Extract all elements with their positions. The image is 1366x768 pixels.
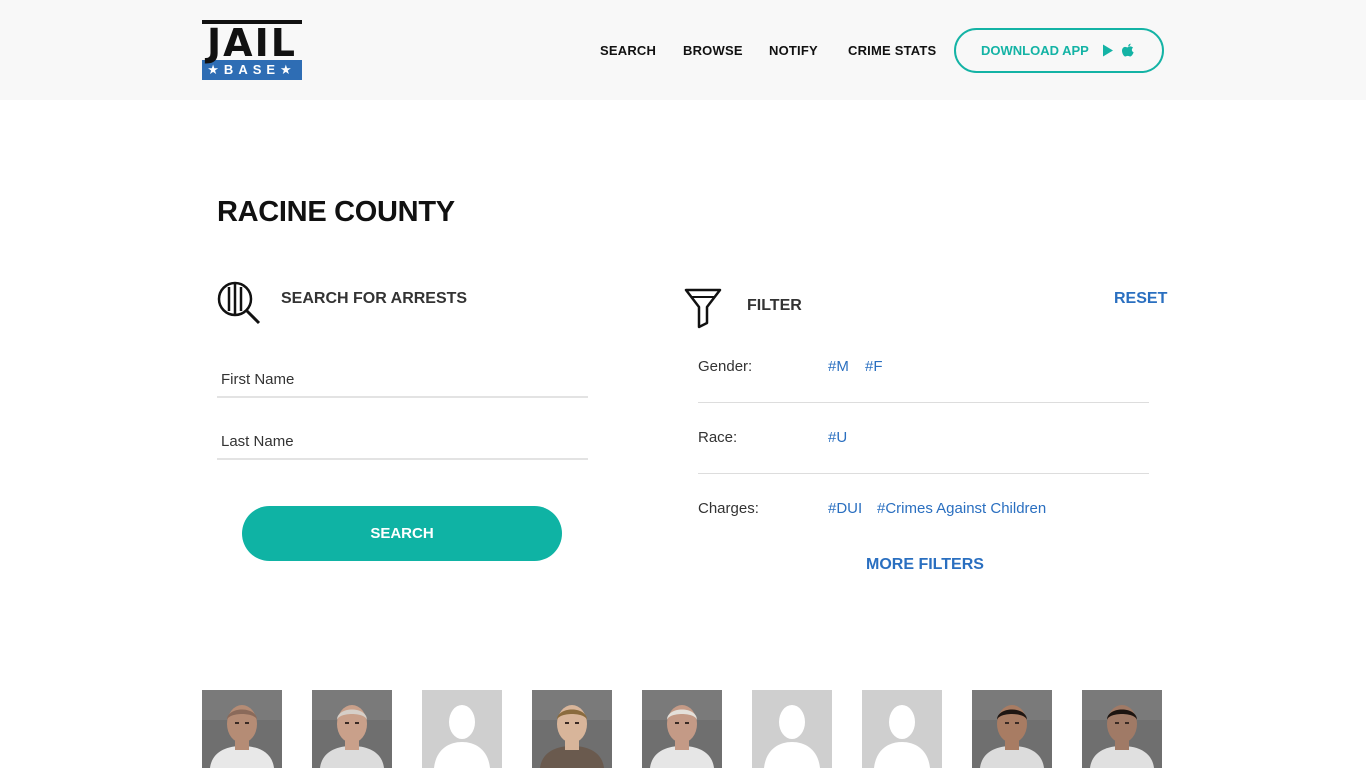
first-name-input[interactable] xyxy=(217,362,588,398)
person-silhouette-icon xyxy=(422,690,502,768)
logo-top: JAIL xyxy=(202,20,302,65)
mugshot-photo[interactable] xyxy=(972,690,1052,768)
mugshot-photo[interactable] xyxy=(532,690,612,768)
tag-charge-crimes-against-children[interactable]: #Crimes Against Children xyxy=(877,500,1046,517)
filter-divider xyxy=(698,473,1149,474)
reset-link[interactable]: RESET xyxy=(1114,290,1167,308)
nav-crime-stats[interactable]: CRIME STATS xyxy=(848,43,936,58)
nav-search[interactable]: SEARCH xyxy=(600,43,656,58)
charges-label: Charges: xyxy=(698,500,759,517)
mugshot-photo[interactable] xyxy=(312,690,392,768)
play-store-icon xyxy=(1102,44,1113,57)
tag-charge-dui[interactable]: #DUI xyxy=(828,500,862,517)
mugshot-image xyxy=(1082,690,1162,768)
page-title: RACINE COUNTY xyxy=(217,196,455,228)
mugshot-image xyxy=(202,690,282,768)
mugshot-photo[interactable] xyxy=(202,690,282,768)
last-name-input[interactable] xyxy=(217,424,588,460)
filter-divider xyxy=(698,402,1149,403)
filter-heading: FILTER xyxy=(747,297,802,314)
gender-label: Gender: xyxy=(698,358,753,375)
nav-notify[interactable]: NOTIFY xyxy=(769,43,818,58)
download-app-label: DOWNLOAD APP xyxy=(981,43,1089,58)
apple-icon xyxy=(1121,43,1134,56)
mugshot-image xyxy=(642,690,722,768)
person-silhouette-icon xyxy=(862,690,942,768)
search-heading: SEARCH FOR ARRESTS xyxy=(281,290,468,307)
mugshot-placeholder[interactable] xyxy=(422,690,502,768)
more-filters-link[interactable]: MORE FILTERS xyxy=(866,556,984,574)
nav-browse[interactable]: BROWSE xyxy=(683,43,743,58)
download-app-button[interactable]: DOWNLOAD APP xyxy=(954,28,1164,73)
filter-icon xyxy=(684,288,722,329)
site-header: JAIL ★BASE★ SEARCH BROWSE NOTIFY CRIME S… xyxy=(0,0,1366,100)
mugshot-image xyxy=(532,690,612,768)
logo-word: JAIL xyxy=(207,21,297,65)
mugshot-photo[interactable] xyxy=(1082,690,1162,768)
mugshot-image xyxy=(972,690,1052,768)
mugshot-image xyxy=(312,690,392,768)
mugshot-placeholder[interactable] xyxy=(752,690,832,768)
search-icon xyxy=(217,281,261,325)
tag-gender-f[interactable]: #F xyxy=(865,358,883,375)
race-label: Race: xyxy=(698,429,738,446)
tag-gender-m[interactable]: #M xyxy=(828,358,849,375)
mugshot-photo[interactable] xyxy=(642,690,722,768)
mugshot-placeholder[interactable] xyxy=(862,690,942,768)
search-button[interactable]: SEARCH xyxy=(242,506,562,561)
tag-race-u[interactable]: #U xyxy=(828,429,847,446)
jailbase-logo[interactable]: JAIL ★BASE★ xyxy=(202,20,302,80)
store-icons xyxy=(1102,43,1135,59)
person-silhouette-icon xyxy=(752,690,832,768)
